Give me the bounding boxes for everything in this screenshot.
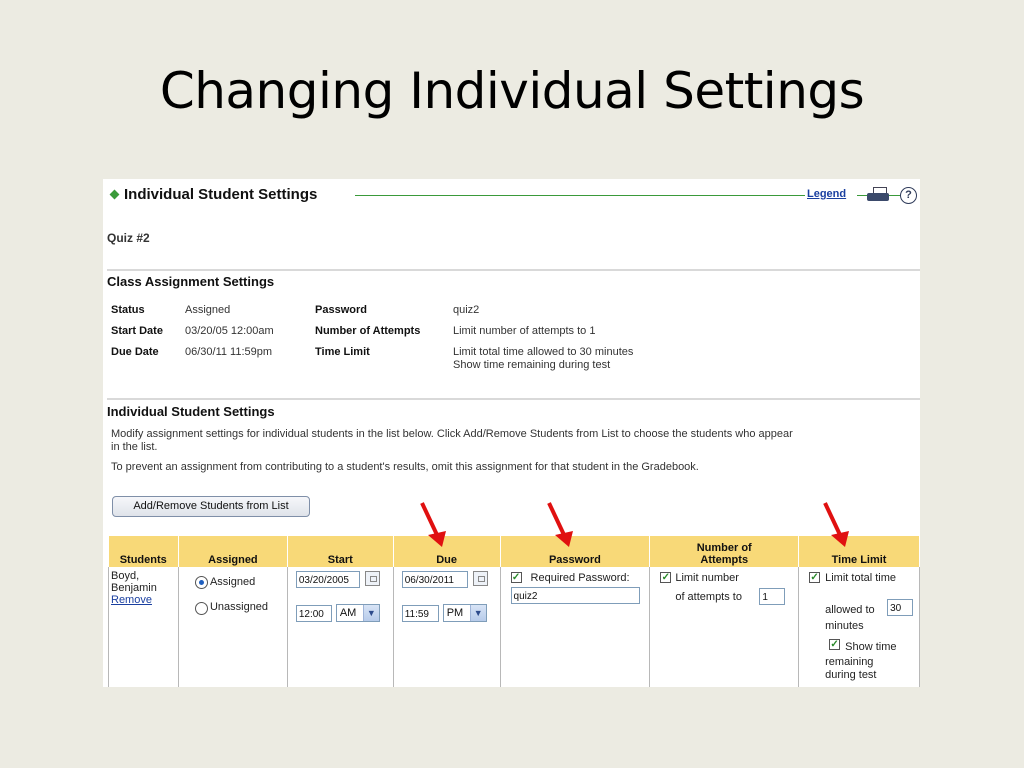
limit-time-label: Limit total time — [825, 572, 897, 584]
show-time-value: Show time remaining during test — [453, 359, 611, 371]
legend-link[interactable]: Legend — [807, 188, 846, 200]
time-limit-label: Time Limit — [315, 346, 370, 358]
start-date-label: Start Date — [111, 325, 163, 337]
table-header-row: Students Assigned Start Due Password Num… — [108, 536, 920, 567]
show-time-label-3: during test — [825, 669, 877, 681]
due-time-input[interactable]: 11:59 — [401, 605, 439, 622]
status-value: Assigned — [185, 304, 231, 316]
due-date-label: Due Date — [111, 346, 159, 358]
attempts-input[interactable]: 1 — [759, 588, 786, 605]
divider — [107, 398, 920, 400]
start-cell: 03/20/2005 12:00 AM ▼ — [287, 567, 394, 687]
due-ampm-value: PM — [446, 607, 464, 619]
calendar-icon[interactable] — [364, 571, 380, 586]
screenshot-panel: Individual Student Settings Legend ? Qui… — [103, 179, 920, 687]
panel-header: Individual Student Settings Legend ? — [109, 186, 917, 206]
red-arrow-time-limit — [823, 502, 849, 547]
individual-settings-title: Individual Student Settings — [107, 404, 275, 419]
start-date-value: 03/20/05 12:00am — [185, 325, 274, 337]
password-value: quiz2 — [453, 304, 480, 316]
red-arrow-due — [420, 502, 446, 547]
time-limit-value: Limit total time allowed to 30 minutes — [453, 346, 634, 358]
slide-title: Changing Individual Settings — [159, 62, 865, 120]
col-header-attempts-line: Number of — [696, 542, 752, 554]
attempts-value: Limit number of attempts to 1 — [453, 325, 596, 337]
password-cell: ✓ Required Password: quiz2 — [500, 567, 651, 687]
due-cell: 06/30/2011 11:59 PM ▼ — [393, 567, 501, 687]
instructions-paragraph: Modify assignment settings for individua… — [111, 428, 911, 454]
time-limit-cell: ✓ Limit total time allowed to 30 minutes… — [798, 567, 920, 687]
time-limit-input[interactable]: 30 — [887, 599, 914, 616]
divider — [107, 269, 920, 271]
password-input[interactable]: quiz2 — [510, 587, 640, 604]
instructions-line: Modify assignment settings for individua… — [111, 428, 793, 440]
attempts-cell: ✓ Limit number of attempts to 1 — [649, 567, 800, 687]
status-label: Status — [111, 304, 145, 316]
class-settings-title: Class Assignment Settings — [107, 274, 275, 289]
help-icon[interactable]: ? — [900, 187, 917, 204]
red-arrow-password — [547, 502, 573, 547]
col-header-students: Students — [108, 536, 179, 567]
limit-attempts-checkbox[interactable]: ✓ — [660, 572, 672, 583]
panel-title: Individual Student Settings — [124, 186, 318, 203]
start-ampm-select[interactable]: AM ▼ — [335, 604, 380, 622]
table-row: Boyd, Benjamin Remove Assigned Unassigne… — [108, 567, 920, 687]
remove-student-link[interactable]: Remove — [111, 594, 152, 606]
required-password-label: Required Password: — [530, 572, 630, 584]
printer-icon[interactable] — [867, 187, 891, 203]
start-date-input[interactable]: 03/20/2005 — [295, 571, 360, 588]
chevron-down-icon: ▼ — [469, 605, 486, 621]
calendar-icon[interactable] — [472, 571, 488, 586]
due-ampm-select[interactable]: PM ▼ — [442, 604, 487, 622]
diamond-icon — [109, 189, 120, 200]
limit-time-checkbox[interactable]: ✓ — [809, 572, 821, 583]
header-rule — [355, 195, 805, 196]
unassigned-radio-label: Unassigned — [209, 601, 269, 613]
unassigned-radio[interactable] — [194, 602, 208, 615]
col-header-time-limit: Time Limit — [798, 536, 920, 567]
student-cell: Boyd, Benjamin Remove — [108, 567, 179, 687]
col-header-attempts: Number of Attempts — [649, 536, 800, 567]
col-header-assigned: Assigned — [178, 536, 288, 567]
allowed-to-label: allowed to — [825, 604, 875, 616]
add-remove-students-button[interactable]: Add/Remove Students from List — [112, 496, 310, 517]
student-settings-table: Students Assigned Start Due Password Num… — [108, 536, 920, 687]
instructions-line: in the list. — [111, 441, 158, 453]
col-header-start: Start — [287, 536, 394, 567]
minutes-label: minutes — [825, 620, 864, 632]
required-password-checkbox[interactable]: ✓ — [510, 572, 522, 583]
show-time-label: Show time — [845, 641, 897, 653]
gradebook-note: To prevent an assignment from contributi… — [111, 461, 699, 473]
due-date-input[interactable]: 06/30/2011 — [401, 571, 468, 588]
show-time-checkbox[interactable]: ✓ — [829, 639, 841, 650]
assigned-radio-label: Assigned — [209, 576, 256, 588]
student-name-last: Boyd, — [111, 570, 140, 582]
start-time-input[interactable]: 12:00 — [295, 605, 332, 622]
chevron-down-icon: ▼ — [362, 605, 379, 621]
show-time-label-2: remaining — [825, 656, 874, 668]
start-ampm-value: AM — [339, 607, 357, 619]
quiz-name: Quiz #2 — [107, 231, 150, 245]
password-label: Password — [315, 304, 367, 316]
assigned-cell: Assigned Unassigned — [178, 567, 288, 687]
attempts-to-label: of attempts to — [675, 591, 742, 603]
attempts-label: Number of Attempts — [315, 325, 421, 337]
due-date-value: 06/30/11 11:59pm — [185, 346, 273, 358]
limit-attempts-label: Limit number — [675, 572, 739, 584]
student-name-first: Benjamin — [111, 582, 157, 594]
assigned-radio[interactable] — [194, 576, 208, 589]
col-header-attempts-line: Attempts — [700, 554, 749, 566]
